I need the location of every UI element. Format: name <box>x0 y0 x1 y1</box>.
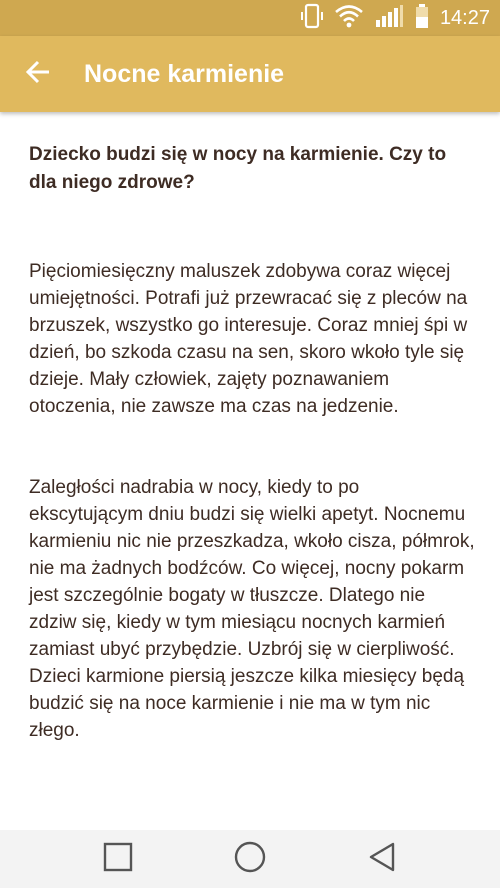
article-paragraph: Zaległości nadrabia w nocy, kiedy to po … <box>29 477 475 741</box>
home-button[interactable] <box>210 830 290 888</box>
nav-back-button[interactable] <box>342 830 422 888</box>
recent-apps-button[interactable] <box>78 830 158 888</box>
wifi-icon <box>334 4 364 33</box>
home-icon <box>233 840 267 879</box>
recent-apps-icon <box>102 841 134 878</box>
status-icons: 14:27 <box>300 0 490 36</box>
page-title: Nocne karmienie <box>84 60 285 88</box>
back-triangle-icon <box>366 841 398 878</box>
status-time: 14:27 <box>439 6 490 29</box>
status-bar: 14:27 <box>0 0 500 36</box>
arrow-back-icon <box>24 58 52 91</box>
article-paragraph: Pięciomiesięczny maluszek zdobywa coraz … <box>29 261 468 417</box>
back-button[interactable] <box>14 50 62 98</box>
article-content[interactable]: Dziecko budzi się w nocy na karmienie. C… <box>0 112 500 830</box>
navigation-bar <box>0 830 500 888</box>
signal-icon <box>374 4 404 33</box>
app-bar: Nocne karmienie <box>0 36 500 112</box>
phone-vibrate-icon <box>300 3 324 34</box>
battery-icon <box>414 3 430 34</box>
article-heading: Dziecko budzi się w nocy na karmienie. C… <box>29 144 447 193</box>
